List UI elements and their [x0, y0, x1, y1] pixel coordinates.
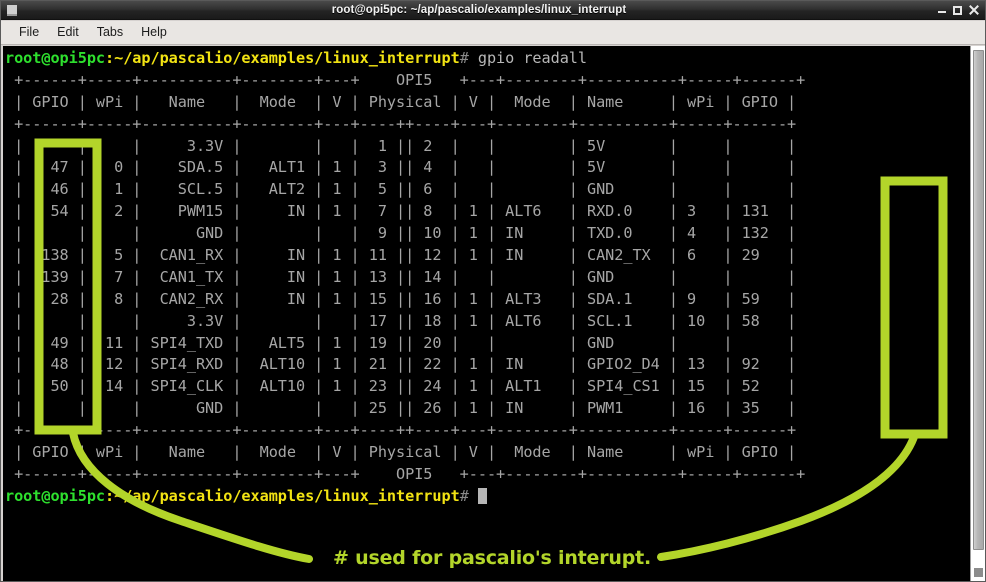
- scrollbar-thumb[interactable]: [973, 50, 984, 550]
- terminal-screen[interactable]: root@opi5pc:~/ap/pascalio/examples/linux…: [3, 46, 985, 581]
- scrollbar-down-arrow[interactable]: [974, 568, 983, 577]
- terminal-line: | | | GND | | | 9 || 10 | 1 | IN | TXD.0…: [5, 224, 797, 243]
- terminal-line: | 28 | 8 | CAN2_RX | IN | 1 | 15 || 16 |…: [5, 289, 797, 308]
- menu-item-file[interactable]: File: [10, 23, 48, 42]
- terminal-line: | | | 3.3V | | | 1 || 2 | | | 5V | | |: [5, 136, 797, 155]
- terminal-line: | GPIO | wPi | Name | Mode | V | Physica…: [5, 92, 797, 111]
- menu-item-edit[interactable]: Edit: [48, 23, 88, 42]
- terminal-line: +------+-----+----------+--------+---+ O…: [5, 70, 806, 89]
- window-title: root@opi5pc: ~/ap/pascalio/examples/linu…: [331, 4, 627, 16]
- terminal-icon: [4, 2, 20, 18]
- terminal-line: | 48 | 12 | SPI4_RXD | ALT10 | 1 | 21 ||…: [5, 355, 797, 374]
- terminal-line: +------+-----+----------+--------+---+--…: [5, 114, 797, 133]
- menubar: File Edit Tabs Help: [1, 21, 985, 45]
- terminal-line: root@opi5pc:~/ap/pascalio/examples/linux…: [5, 486, 955, 508]
- terminal-line: | 46 | 1 | SCL.5 | ALT2 | 1 | 5 || 6 | |…: [5, 180, 797, 199]
- terminal-window: root@opi5pc: ~/ap/pascalio/examples/linu…: [0, 0, 986, 582]
- terminal-line: root@opi5pc:~/ap/pascalio/examples/linux…: [5, 49, 587, 67]
- terminal-line: | GPIO | wPi | Name | Mode | V | Physica…: [5, 443, 797, 462]
- minimize-button[interactable]: [938, 6, 946, 14]
- close-button[interactable]: [969, 5, 979, 15]
- terminal-line: | 49 | 11 | SPI4_TXD | ALT5 | 1 | 19 || …: [5, 333, 797, 352]
- terminal-line: | | | 3.3V | | | 17 || 18 | 1 | ALT6 | S…: [5, 311, 797, 330]
- terminal-line: +------+-----+----------+--------+---+ O…: [5, 464, 806, 483]
- window-titlebar[interactable]: root@opi5pc: ~/ap/pascalio/examples/linu…: [1, 1, 985, 20]
- terminal-line: | 138 | 5 | CAN1_RX | IN | 1 | 11 || 12 …: [5, 246, 797, 265]
- annotation-label: # used for pascalio's interupt.: [333, 547, 652, 569]
- maximize-button[interactable]: [953, 5, 962, 15]
- terminal-line: | 54 | 2 | PWM15 | IN | 1 | 7 || 8 | 1 |…: [5, 202, 797, 221]
- terminal-line: | 47 | 0 | SDA.5 | ALT1 | 1 | 3 || 4 | |…: [5, 158, 797, 177]
- terminal-line: | 139 | 7 | CAN1_TX | IN | 1 | 13 || 14 …: [5, 267, 797, 286]
- terminal-line: | | | GND | | | 25 || 26 | 1 | IN | PWM1…: [5, 399, 797, 418]
- menu-item-tabs[interactable]: Tabs: [88, 23, 132, 42]
- terminal-output: root@opi5pc:~/ap/pascalio/examples/linux…: [3, 46, 955, 581]
- menu-item-help[interactable]: Help: [132, 23, 176, 42]
- window-controls: [938, 5, 979, 15]
- terminal-line: | 50 | 14 | SPI4_CLK | ALT10 | 1 | 23 ||…: [5, 377, 797, 396]
- terminal-scrollbar[interactable]: [970, 46, 985, 581]
- terminal-line: +------+-----+----------+--------+---+--…: [5, 421, 797, 440]
